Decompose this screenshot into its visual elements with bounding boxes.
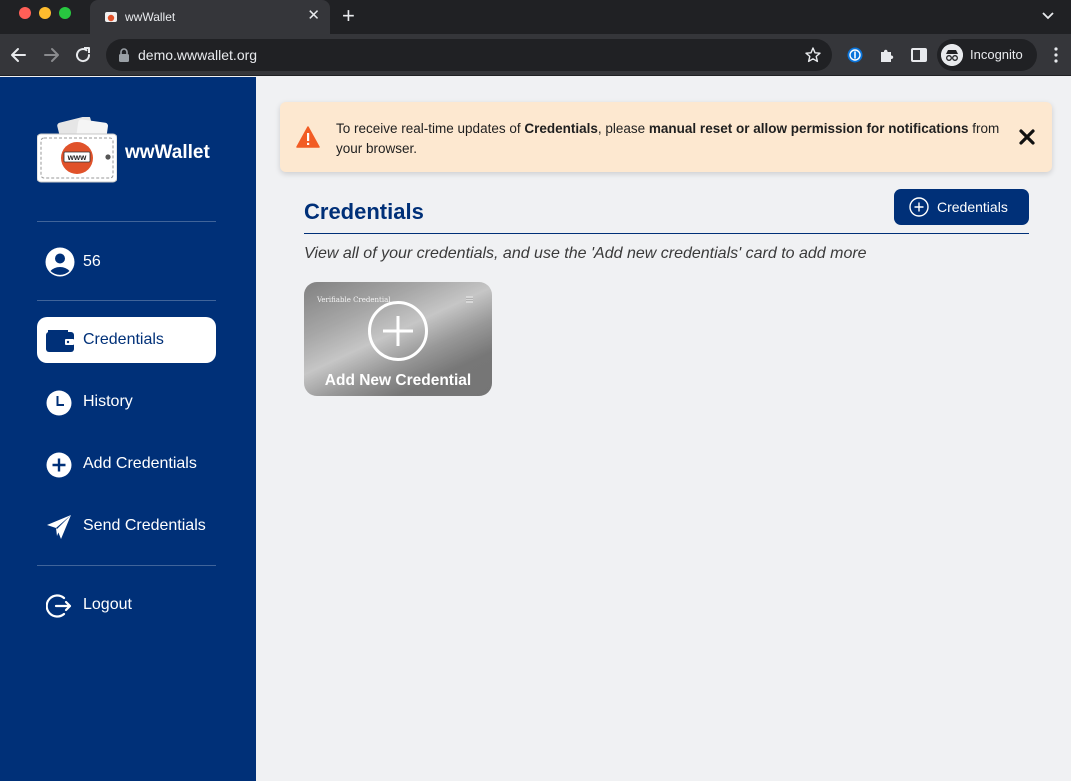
user-avatar-icon: [45, 247, 75, 277]
sidebar-divider: [37, 565, 216, 566]
browser-tab[interactable]: wwWallet ✕: [90, 0, 330, 34]
paper-plane-icon: [47, 515, 71, 539]
browser-toolbar: demo.wwwallet.org Incognito: [0, 34, 1071, 76]
plus-circle-icon: [909, 197, 929, 217]
page-subtitle: View all of your credentials, and use th…: [304, 245, 867, 262]
side-panel-icon[interactable]: [910, 46, 928, 64]
user-id: 56: [83, 253, 101, 270]
plus-circle-icon: [368, 301, 428, 361]
alert-message: To receive real-time updates of Credenti…: [336, 119, 1016, 159]
password-manager-icon[interactable]: [846, 46, 864, 64]
lock-icon[interactable]: [118, 48, 130, 62]
sidebar-item-history[interactable]: History: [37, 379, 216, 425]
wallet-logo: www: [36, 115, 118, 183]
bookmark-star-icon[interactable]: [804, 46, 822, 64]
tab-title: wwWallet: [125, 10, 176, 24]
close-icon[interactable]: [1018, 128, 1036, 146]
incognito-profile-button[interactable]: Incognito: [937, 39, 1037, 71]
wallet-logo-icon: [36, 115, 118, 183]
sidebar-item-label: Add Credentials: [83, 455, 197, 472]
sidebar: www wwWallet 56 Credentials History Add …: [0, 77, 256, 781]
url-text[interactable]: demo.wwwallet.org: [138, 47, 257, 63]
wallet-favicon-icon: [105, 12, 117, 22]
sidebar-item-add-credentials[interactable]: Add Credentials: [37, 441, 216, 487]
forward-arrow-icon[interactable]: [41, 45, 61, 65]
new-tab-button[interactable]: +: [342, 5, 355, 27]
tab-close-icon[interactable]: ✕: [307, 8, 320, 24]
sidebar-divider: [37, 221, 216, 222]
extensions-puzzle-icon[interactable]: [878, 46, 896, 64]
add-button-label: Credentials: [937, 199, 1008, 215]
wallet-icon: [46, 330, 74, 352]
incognito-icon: [941, 44, 963, 66]
alert-bold-part: Credentials: [524, 121, 598, 136]
alert-text-part: To receive real-time updates of: [336, 121, 525, 136]
clock-icon: [46, 390, 72, 416]
browser-menu-icon[interactable]: [1048, 46, 1064, 64]
add-credentials-button[interactable]: Credentials: [894, 189, 1029, 225]
window-zoom-dot[interactable]: [59, 7, 71, 19]
notification-alert: To receive real-time updates of Credenti…: [280, 102, 1052, 172]
address-bar[interactable]: demo.wwwallet.org: [106, 39, 832, 71]
back-arrow-icon[interactable]: [9, 45, 29, 65]
plus-circle-icon: [46, 452, 72, 478]
sidebar-item-label: Credentials: [83, 331, 164, 348]
add-new-credential-card[interactable]: Verifiable Credential Add New Credential: [304, 282, 492, 396]
sidebar-item-label: Send Credentials: [83, 517, 206, 534]
brand-name: wwWallet: [125, 142, 210, 163]
sidebar-item-credentials[interactable]: Credentials: [37, 317, 216, 363]
chevron-down-icon[interactable]: [1041, 8, 1055, 22]
warning-icon: [296, 126, 320, 148]
logout-icon: [46, 594, 72, 618]
logo-text: www: [67, 153, 87, 162]
logout-label: Logout: [83, 596, 132, 613]
sidebar-item-send-credentials[interactable]: Send Credentials: [37, 503, 216, 549]
card-chip-icon: [466, 296, 473, 303]
sidebar-item-label: History: [83, 393, 133, 410]
reload-icon[interactable]: [73, 45, 93, 65]
logout-button[interactable]: Logout: [37, 582, 216, 628]
card-label: Add New Credential: [324, 372, 472, 389]
browser-tab-strip: wwWallet ✕ +: [0, 0, 1071, 34]
sidebar-divider: [37, 300, 216, 301]
page-title: Credentials: [304, 199, 424, 224]
alert-text-part: , please: [597, 121, 649, 136]
alert-bold-part: manual reset or allow permission for not…: [648, 121, 969, 136]
title-divider: [304, 233, 1029, 234]
incognito-label: Incognito: [970, 47, 1023, 62]
window-close-dot[interactable]: [19, 7, 31, 19]
window-minimize-dot[interactable]: [39, 7, 51, 19]
